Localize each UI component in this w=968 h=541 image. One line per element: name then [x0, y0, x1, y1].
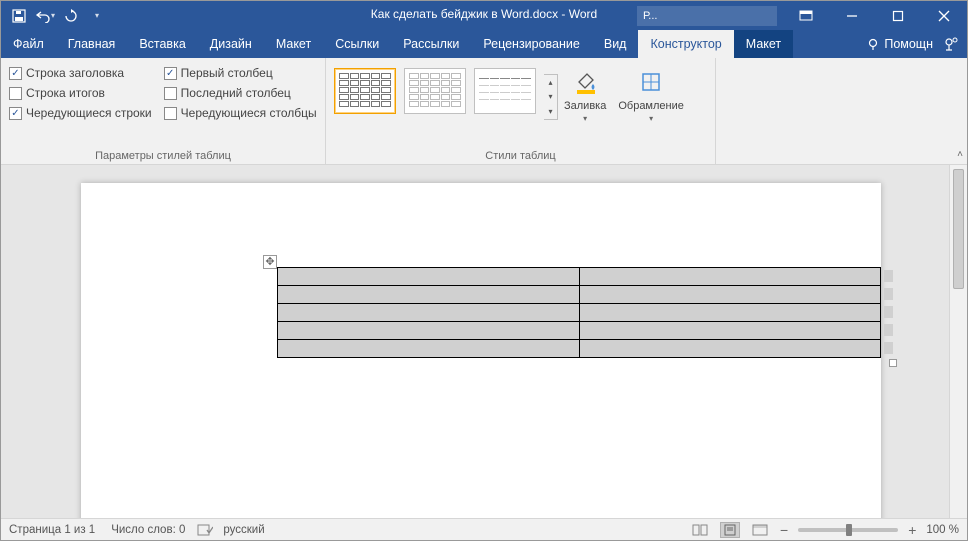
checkbox-banded-rows-label: Чередующиеся строки — [26, 106, 152, 120]
shading-label: Заливка — [564, 100, 606, 112]
zoom-slider-thumb[interactable] — [846, 524, 852, 536]
document-page[interactable]: ✥ — [81, 183, 881, 518]
checkbox-banded-rows[interactable]: ✓Чередующиеся строки — [9, 106, 152, 120]
qat-customize-button[interactable]: ▾ — [85, 4, 109, 28]
tell-me-label: Помощн — [884, 37, 933, 51]
status-word-count[interactable]: Число слов: 0 — [111, 524, 185, 536]
zoom-out-button[interactable]: − — [780, 522, 788, 538]
tab-file[interactable]: Файл — [1, 30, 56, 58]
checkbox-total-row[interactable]: Строка итогов — [9, 86, 152, 100]
tab-view[interactable]: Вид — [592, 30, 639, 58]
table-style-thumb[interactable] — [474, 68, 536, 114]
tab-home[interactable]: Главная — [56, 30, 128, 58]
table-styles-gallery: ▴▾▾ — [334, 62, 558, 123]
zoom-in-button[interactable]: + — [908, 522, 916, 538]
ribbon-group-label-styles: Стили таблиц — [326, 150, 715, 162]
ribbon-display-options-button[interactable] — [783, 1, 829, 30]
tab-references[interactable]: Ссылки — [323, 30, 391, 58]
zoom-slider[interactable] — [798, 528, 898, 532]
gallery-expand-button[interactable]: ▴▾▾ — [544, 74, 558, 120]
borders-label: Обрамление — [618, 100, 684, 112]
ribbon-tab-bar: Файл Главная Вставка Дизайн Макет Ссылки… — [1, 30, 967, 58]
tab-layout[interactable]: Макет — [264, 30, 323, 58]
checkbox-banded-columns-label: Чередующиеся столбцы — [181, 106, 317, 120]
checkbox-first-column[interactable]: ✓Первый столбец — [164, 66, 317, 80]
collapse-ribbon-button[interactable]: ˄ — [957, 149, 963, 160]
row-end-marker — [884, 342, 893, 354]
table-row[interactable] — [278, 268, 881, 286]
table-style-thumb[interactable] — [334, 68, 396, 114]
borders-button[interactable]: Обрамление ▾ — [612, 62, 690, 123]
status-bar: Страница 1 из 1 Число слов: 0 русский − … — [1, 518, 967, 540]
document-table[interactable] — [277, 267, 881, 358]
ribbon: ✓Строка заголовка Строка итогов ✓Чередую… — [1, 58, 967, 165]
ribbon-group-label-options: Параметры стилей таблиц — [1, 150, 325, 162]
tab-insert[interactable]: Вставка — [127, 30, 197, 58]
table-row[interactable] — [278, 322, 881, 340]
view-read-mode-button[interactable] — [690, 522, 710, 538]
view-web-layout-button[interactable] — [750, 522, 770, 538]
checkbox-banded-columns[interactable]: Чередующиеся столбцы — [164, 106, 317, 120]
user-account-box[interactable]: Р... — [637, 6, 777, 26]
close-button[interactable] — [921, 1, 967, 30]
checkbox-first-column-label: Первый столбец — [181, 66, 273, 80]
shading-button[interactable]: Заливка ▾ — [558, 62, 612, 123]
checkbox-last-column-label: Последний столбец — [181, 86, 291, 100]
tab-mailings[interactable]: Рассылки — [391, 30, 471, 58]
ribbon-group-table-styles: ▴▾▾ Заливка ▾ Обрамление ▾ Стили таблиц — [326, 58, 716, 164]
row-end-marker — [884, 288, 893, 300]
maximize-button[interactable] — [875, 1, 921, 30]
table-resize-handle[interactable] — [889, 359, 897, 367]
quick-access-toolbar: ▾ ▾ — [1, 4, 109, 28]
tab-table-constructor[interactable]: Конструктор — [638, 30, 733, 58]
tab-design[interactable]: Дизайн — [198, 30, 264, 58]
borders-icon — [635, 66, 667, 98]
checkbox-header-row-label: Строка заголовка — [26, 66, 124, 80]
status-language[interactable]: русский — [223, 524, 264, 536]
table-row[interactable] — [278, 340, 881, 358]
vertical-scrollbar[interactable] — [949, 165, 967, 518]
row-end-marker — [884, 306, 893, 318]
ribbon-group-table-style-options: ✓Строка заголовка Строка итогов ✓Чередую… — [1, 58, 326, 164]
row-end-marker — [884, 270, 893, 282]
table-style-thumb[interactable] — [404, 68, 466, 114]
checkbox-header-row[interactable]: ✓Строка заголовка — [9, 66, 152, 80]
table-row[interactable] — [278, 286, 881, 304]
zoom-level[interactable]: 100 % — [926, 524, 959, 536]
tab-review[interactable]: Рецензирование — [471, 30, 592, 58]
status-page[interactable]: Страница 1 из 1 — [9, 524, 95, 536]
table-row[interactable] — [278, 304, 881, 322]
proofing-icon[interactable] — [197, 523, 213, 537]
tell-me-icon[interactable]: Помощн — [866, 37, 933, 51]
redo-button[interactable] — [59, 4, 83, 28]
table-move-handle[interactable]: ✥ — [263, 255, 277, 269]
checkbox-last-column[interactable]: Последний столбец — [164, 86, 317, 100]
share-button[interactable] — [941, 34, 961, 54]
save-button[interactable] — [7, 4, 31, 28]
view-print-layout-button[interactable] — [720, 522, 740, 538]
title-bar: ▾ ▾ Как сделать бейджик в Word.docx - Wo… — [1, 1, 967, 30]
row-end-marker — [884, 324, 893, 336]
scrollbar-thumb[interactable] — [953, 169, 964, 289]
user-short-label: Р... — [643, 10, 657, 22]
tab-table-layout[interactable]: Макет — [734, 30, 793, 58]
minimize-button[interactable] — [829, 1, 875, 30]
undo-button[interactable]: ▾ — [33, 4, 57, 28]
paint-bucket-icon — [569, 66, 601, 98]
document-area[interactable]: ✥ — [1, 165, 949, 518]
checkbox-total-row-label: Строка итогов — [26, 86, 105, 100]
